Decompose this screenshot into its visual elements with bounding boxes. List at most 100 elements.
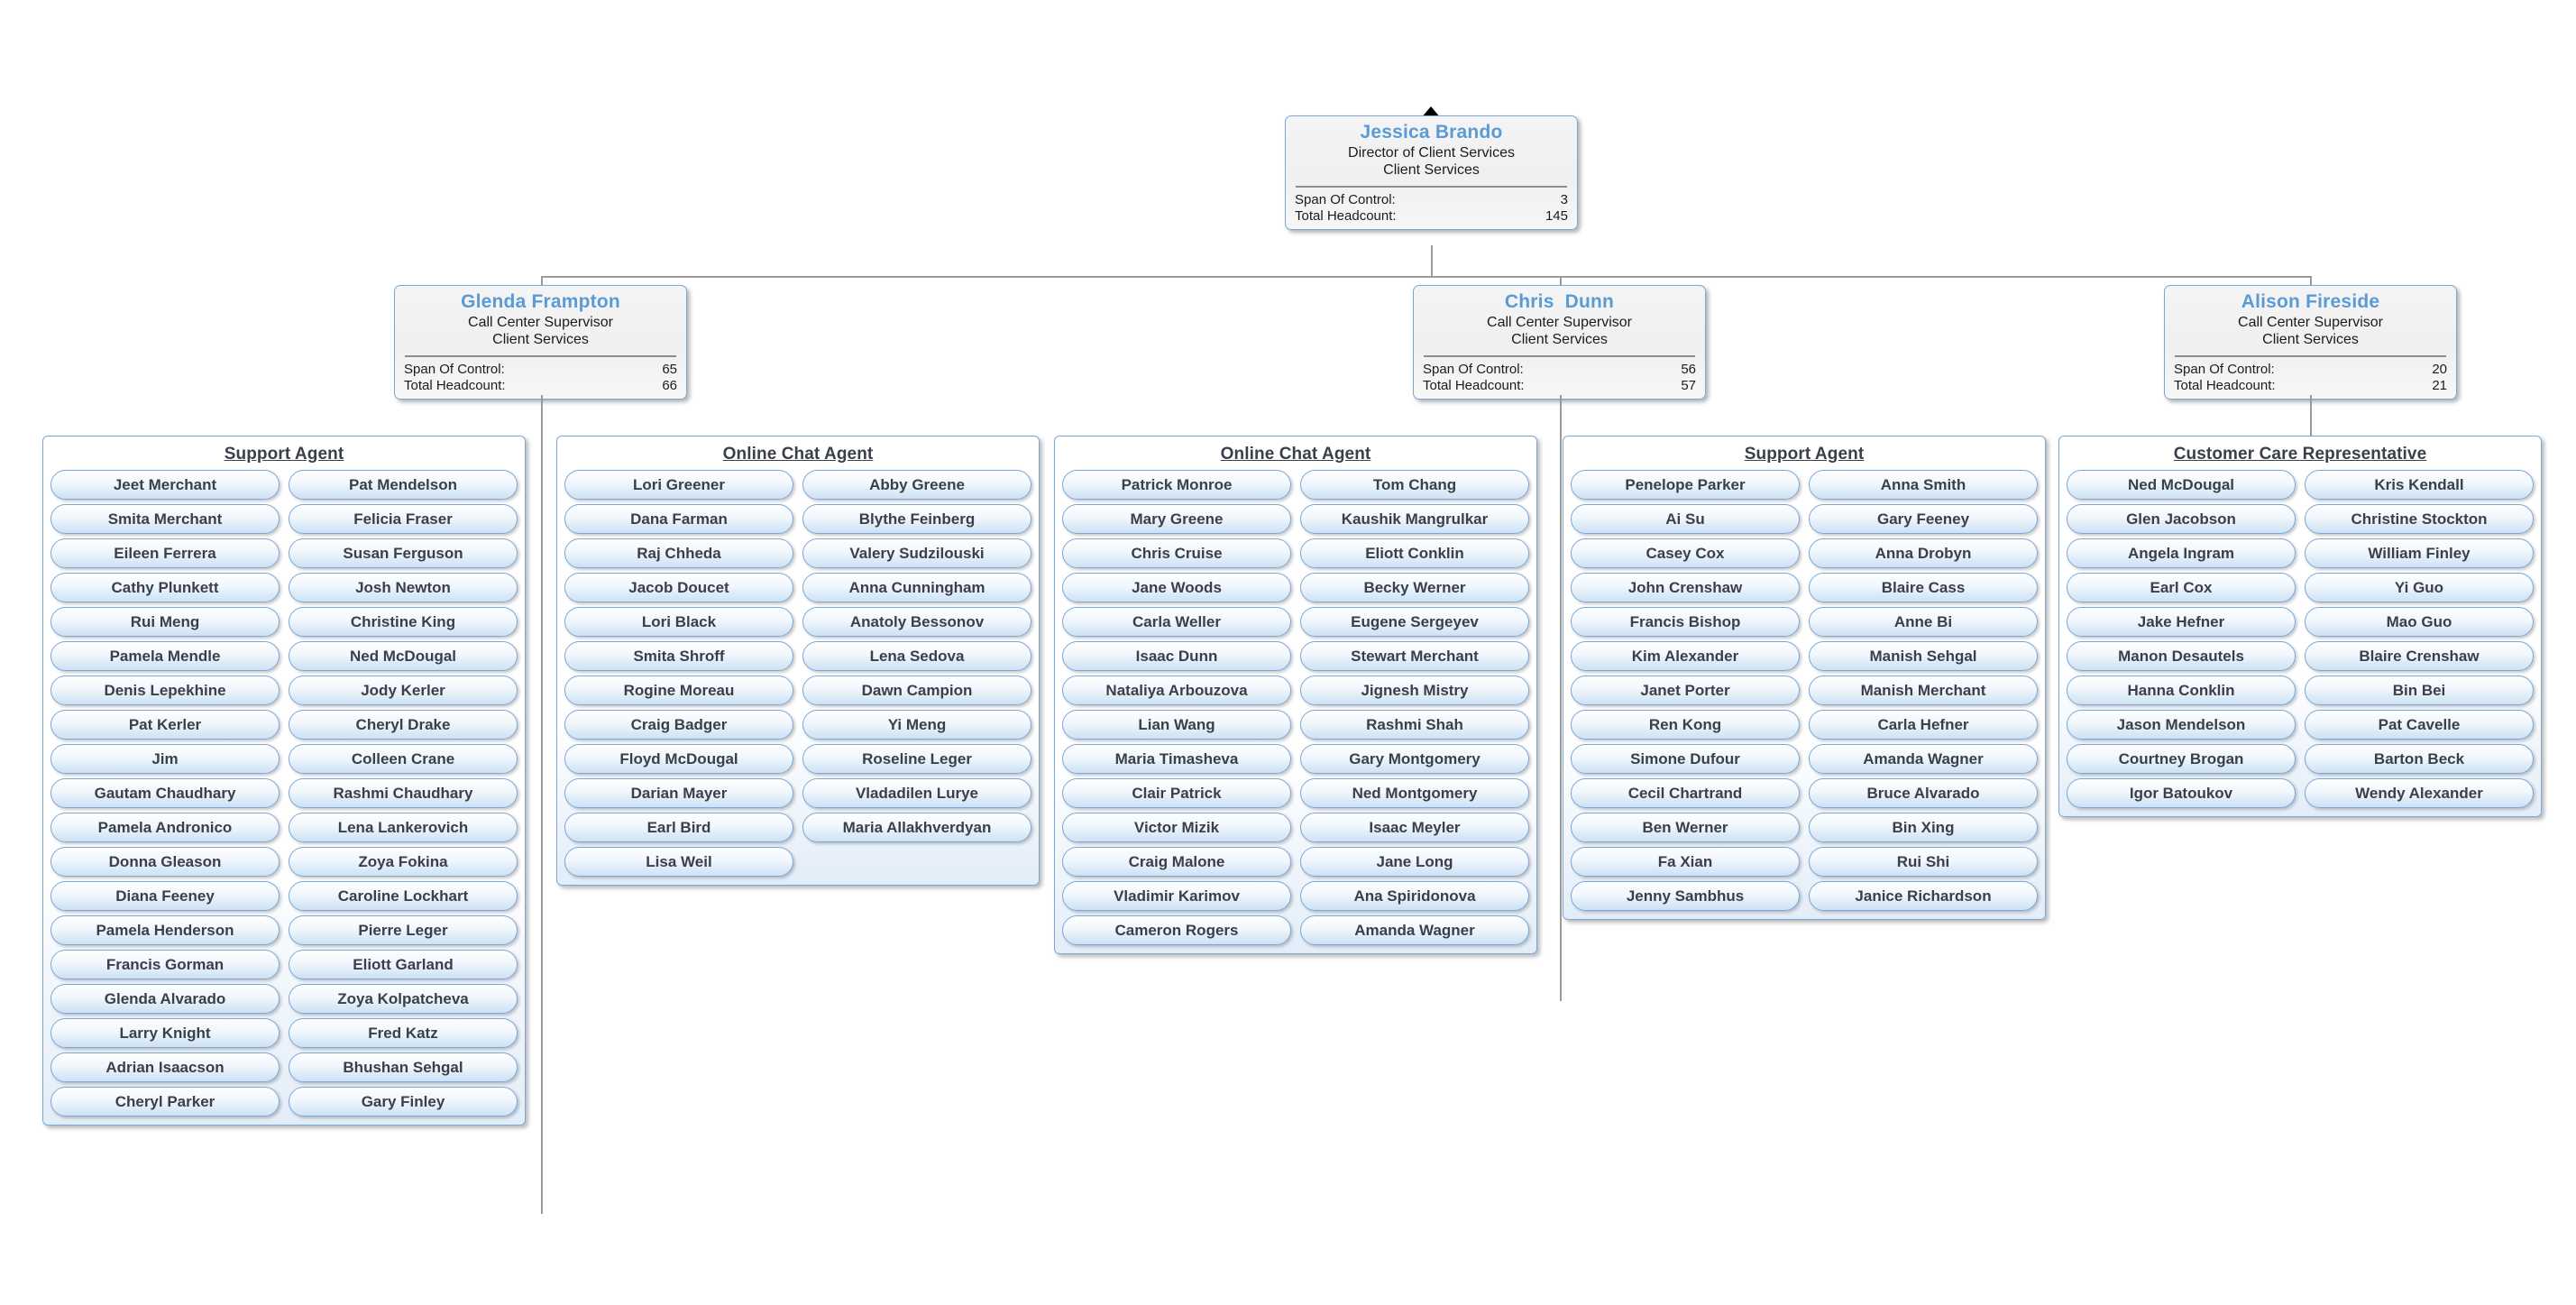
member-pill[interactable]: Josh Newton	[289, 573, 518, 602]
node-supervisor-alison-fireside[interactable]: Alison Fireside Call Center Supervisor C…	[2164, 285, 2457, 400]
member-pill[interactable]: Anne Bi	[1809, 607, 2038, 637]
member-pill[interactable]: Glen Jacobson	[2067, 504, 2296, 534]
member-pill[interactable]: Jane Woods	[1062, 573, 1291, 602]
member-pill[interactable]: Anatoly Bessonov	[802, 607, 1031, 637]
member-pill[interactable]: Cheryl Drake	[289, 710, 518, 740]
member-pill[interactable]: Kaushik Mangrulkar	[1300, 504, 1529, 534]
member-pill[interactable]: Carla Hefner	[1809, 710, 2038, 740]
member-pill[interactable]: Dana Farman	[564, 504, 793, 534]
member-pill[interactable]: Jake Hefner	[2067, 607, 2296, 637]
member-pill[interactable]: Felicia Fraser	[289, 504, 518, 534]
member-pill[interactable]: Gary Feeney	[1809, 504, 2038, 534]
member-pill[interactable]: Dawn Campion	[802, 675, 1031, 705]
member-pill[interactable]: Colleen Crane	[289, 744, 518, 774]
member-pill[interactable]: Anna Cunningham	[802, 573, 1031, 602]
member-pill[interactable]: Lena Lankerovich	[289, 813, 518, 842]
member-pill[interactable]: Igor Batoukov	[2067, 778, 2296, 808]
member-pill[interactable]: Ana Spiridonova	[1300, 881, 1529, 911]
member-pill[interactable]: Diana Feeney	[50, 881, 280, 911]
member-pill[interactable]: Chris Cruise	[1062, 538, 1291, 568]
member-pill[interactable]: Blythe Feinberg	[802, 504, 1031, 534]
member-pill[interactable]: Yi Guo	[2305, 573, 2534, 602]
member-pill[interactable]: Mao Guo	[2305, 607, 2534, 637]
member-pill[interactable]: Eliott Conklin	[1300, 538, 1529, 568]
member-pill[interactable]: Cameron Rogers	[1062, 915, 1291, 945]
member-pill[interactable]: Vladadilen Lurye	[802, 778, 1031, 808]
member-pill[interactable]: Lisa Weil	[564, 847, 793, 877]
member-pill[interactable]: Eugene Sergeyev	[1300, 607, 1529, 637]
member-pill[interactable]: Maria Allakhverdyan	[802, 813, 1031, 842]
member-pill[interactable]: Amanda Wagner	[1300, 915, 1529, 945]
member-pill[interactable]: Casey Cox	[1571, 538, 1800, 568]
member-pill[interactable]: Kim Alexander	[1571, 641, 1800, 671]
member-pill[interactable]: Pat Kerler	[50, 710, 280, 740]
member-pill[interactable]: Donna Gleason	[50, 847, 280, 877]
member-pill[interactable]: Amanda Wagner	[1809, 744, 2038, 774]
member-pill[interactable]: Yi Meng	[802, 710, 1031, 740]
member-pill[interactable]: Christine Stockton	[2305, 504, 2534, 534]
member-pill[interactable]: Raj Chheda	[564, 538, 793, 568]
node-supervisor-chris-dunn[interactable]: Chris Dunn Call Center Supervisor Client…	[1413, 285, 1706, 400]
member-pill[interactable]: Anna Drobyn	[1809, 538, 2038, 568]
member-pill[interactable]: Fa Xian	[1571, 847, 1800, 877]
member-pill[interactable]: Jeet Merchant	[50, 470, 280, 500]
member-pill[interactable]: Pamela Mendle	[50, 641, 280, 671]
member-pill[interactable]: Pamela Henderson	[50, 915, 280, 945]
member-pill[interactable]: Victor Mizik	[1062, 813, 1291, 842]
member-pill[interactable]: Cheryl Parker	[50, 1087, 280, 1117]
member-pill[interactable]: Jody Kerler	[289, 675, 518, 705]
member-pill[interactable]: Penelope Parker	[1571, 470, 1800, 500]
member-pill[interactable]: Gary Montgomery	[1300, 744, 1529, 774]
member-pill[interactable]: Rashmi Chaudhary	[289, 778, 518, 808]
member-pill[interactable]: Blaire Crenshaw	[2305, 641, 2534, 671]
member-pill[interactable]: Smita Merchant	[50, 504, 280, 534]
member-pill[interactable]: Earl Cox	[2067, 573, 2296, 602]
member-pill[interactable]: Tom Chang	[1300, 470, 1529, 500]
member-pill[interactable]: Patrick Monroe	[1062, 470, 1291, 500]
member-pill[interactable]: Francis Bishop	[1571, 607, 1800, 637]
member-pill[interactable]: Denis Lepekhine	[50, 675, 280, 705]
member-pill[interactable]: Cecil Chartrand	[1571, 778, 1800, 808]
member-pill[interactable]: Craig Malone	[1062, 847, 1291, 877]
member-pill[interactable]: Zoya Fokina	[289, 847, 518, 877]
member-pill[interactable]: Anna Smith	[1809, 470, 2038, 500]
member-pill[interactable]: Roseline Leger	[802, 744, 1031, 774]
member-pill[interactable]: Susan Ferguson	[289, 538, 518, 568]
member-pill[interactable]: Wendy Alexander	[2305, 778, 2534, 808]
member-pill[interactable]: Pat Mendelson	[289, 470, 518, 500]
member-pill[interactable]: Adrian Isaacson	[50, 1052, 280, 1082]
member-pill[interactable]: Caroline Lockhart	[289, 881, 518, 911]
member-pill[interactable]: Manon Desautels	[2067, 641, 2296, 671]
member-pill[interactable]: Rui Shi	[1809, 847, 2038, 877]
member-pill[interactable]: Jacob Doucet	[564, 573, 793, 602]
member-pill[interactable]: Bhushan Sehgal	[289, 1052, 518, 1082]
member-pill[interactable]: Carla Weller	[1062, 607, 1291, 637]
member-pill[interactable]: Becky Werner	[1300, 573, 1529, 602]
member-pill[interactable]: Barton Beck	[2305, 744, 2534, 774]
node-root-jessica-brando[interactable]: Jessica Brando Director of Client Servic…	[1285, 115, 1578, 231]
member-pill[interactable]: Jignesh Mistry	[1300, 675, 1529, 705]
member-pill[interactable]: Jason Mendelson	[2067, 710, 2296, 740]
member-pill[interactable]: Zoya Kolpatcheva	[289, 984, 518, 1014]
member-pill[interactable]: Ned McDougal	[2067, 470, 2296, 500]
member-pill[interactable]: Courtney Brogan	[2067, 744, 2296, 774]
member-pill[interactable]: Cathy Plunkett	[50, 573, 280, 602]
member-pill[interactable]: Bruce Alvarado	[1809, 778, 2038, 808]
member-pill[interactable]: Pierre Leger	[289, 915, 518, 945]
member-pill[interactable]: Smita Shroff	[564, 641, 793, 671]
member-pill[interactable]: Vladimir Karimov	[1062, 881, 1291, 911]
member-pill[interactable]: Lena Sedova	[802, 641, 1031, 671]
member-pill[interactable]: Stewart Merchant	[1300, 641, 1529, 671]
member-pill[interactable]: Valery Sudzilouski	[802, 538, 1031, 568]
member-pill[interactable]: Christine King	[289, 607, 518, 637]
member-pill[interactable]: Lori Black	[564, 607, 793, 637]
member-pill[interactable]: Rogine Moreau	[564, 675, 793, 705]
member-pill[interactable]: Clair Patrick	[1062, 778, 1291, 808]
member-pill[interactable]: Floyd McDougal	[564, 744, 793, 774]
member-pill[interactable]: Bin Bei	[2305, 675, 2534, 705]
member-pill[interactable]: Hanna Conklin	[2067, 675, 2296, 705]
member-pill[interactable]: Ned McDougal	[289, 641, 518, 671]
member-pill[interactable]: Maria Timasheva	[1062, 744, 1291, 774]
member-pill[interactable]: Ai Su	[1571, 504, 1800, 534]
member-pill[interactable]: Angela Ingram	[2067, 538, 2296, 568]
